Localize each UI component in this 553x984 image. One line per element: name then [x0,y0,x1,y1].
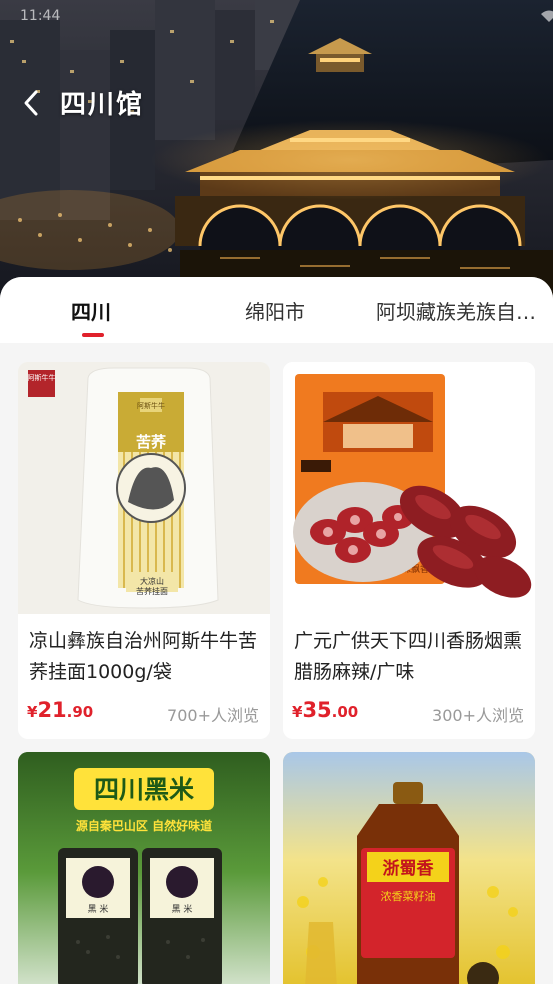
product-views: 300+人浏览 [432,706,524,725]
sausage-package: 腊味飘香 [283,362,535,614]
night-city-bridge-image [0,0,553,300]
product-views: 700+人浏览 [167,706,259,725]
price-decimal: .90 [66,703,94,721]
oil-label-text: 浓香菜籽油 [381,889,436,903]
bag-label-text: 黑 米 [88,903,109,915]
chevron-left-icon [24,90,38,116]
page-title: 四川馆 [60,90,145,120]
product-title: 广元广供天下四川香肠烟熏腊肠麻辣/广味 [294,630,523,683]
status-time: 11:44 [20,8,61,24]
price-currency: ¥ [27,703,38,721]
product-title: 凉山彝族自治州阿斯牛牛苦荞挂面1000g/袋 [29,630,258,683]
subline-text: 源自秦巴山区 自然好味道 [76,818,212,833]
price-integer: 21 [37,698,67,722]
hero-banner: 11:44 四川馆 [0,0,553,300]
top-nav: 四川馆 [0,78,553,126]
package-name-text: 苦荞挂面 [136,586,168,596]
product-image-sausage: 腊味飘香 [283,362,535,614]
price-currency: ¥ [292,703,303,721]
product-image-noodles: 阿斯牛牛 阿斯牛牛 苦荞 大凉山 苦荞挂面 [18,362,270,614]
headline-text: 四川黑米 [94,775,195,804]
product-card[interactable]: 四川黑米 源自秦巴山区 自然好味道 黑 米 黑 米 [18,752,270,984]
bag-label-text: 黑 米 [172,903,193,915]
status-bar: 11:44 [0,0,553,36]
product-image-black-rice: 四川黑米 源自秦巴山区 自然好味道 黑 米 黑 米 [18,752,270,984]
black-rice-package: 四川黑米 源自秦巴山区 自然好味道 黑 米 黑 米 [18,752,270,984]
tab-mianyang[interactable]: 绵阳市 [245,296,305,326]
product-price: ¥21.90 [27,698,93,722]
rapeseed-oil-bottle: 浙蜀香 浓香菜籽油 [283,752,535,984]
package-title-text: 苦荞 [136,433,166,451]
tab-active-indicator [82,333,104,337]
back-button[interactable] [14,82,50,122]
product-price: ¥35.00 [292,698,358,722]
content-sheet: 四川 绵阳市 阿坝藏族羌族自… 阿斯牛牛 阿斯牛牛 苦荞 大凉山 苦荞挂面 凉山… [0,277,553,984]
product-image-rapeseed-oil: 浙蜀香 浓香菜籽油 [283,752,535,984]
brand-badge-text: 阿斯牛牛 [28,373,56,382]
price-integer: 35 [302,698,332,722]
region-tabs: 四川 绵阳市 阿坝藏族羌族自… [0,277,553,343]
wifi-battery-icon [541,10,553,22]
tab-sichuan[interactable]: 四川 [71,296,111,326]
product-card[interactable]: 浙蜀香 浓香菜籽油 [283,752,535,984]
price-decimal: .00 [331,703,359,721]
package-tag-text: 阿斯牛牛 [137,401,165,410]
buckwheat-noodle-package: 阿斯牛牛 阿斯牛牛 苦荞 大凉山 苦荞挂面 [18,362,270,614]
package-sub-text: 大凉山 [140,576,164,586]
product-card[interactable]: 阿斯牛牛 阿斯牛牛 苦荞 大凉山 苦荞挂面 凉山彝族自治州阿斯牛牛苦荞挂面100… [18,362,270,739]
oil-brand-text: 浙蜀香 [383,858,434,879]
tab-aba[interactable]: 阿坝藏族羌族自… [376,296,536,326]
product-card[interactable]: 腊味飘香 广元广供天下四川香肠烟熏腊肠麻辣/广味 ¥35.00 300+人浏览 [283,362,535,739]
